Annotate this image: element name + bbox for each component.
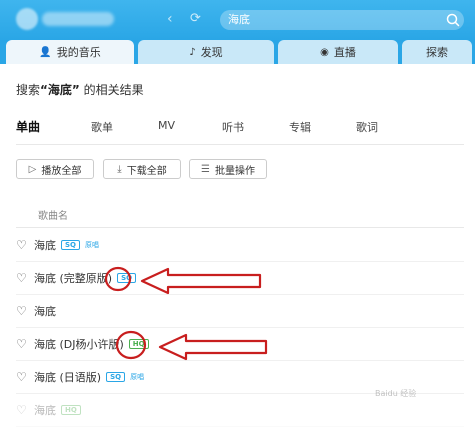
column-header-song-name: 歌曲名 [38,211,68,222]
search-results-heading: 搜索“海底” 的相关结果 [16,83,144,97]
tab-label: 发现 [200,46,223,59]
search-icon[interactable] [445,12,461,28]
sq-quality-badge: SQ [106,372,126,382]
tab-albums[interactable]: 专辑 [289,119,311,135]
tab-lyrics[interactable]: 歌词 [356,119,378,135]
tab-my-music[interactable]: 👤 我的音乐 [6,40,134,64]
batch-icon: ☰ [201,163,210,175]
avatar[interactable] [16,8,38,30]
heart-icon[interactable]: ♡ [16,337,30,351]
tab-label: 探索 [426,46,448,59]
username-blurred[interactable] [42,12,114,26]
tab-discover[interactable]: ♪ 发现 [138,40,274,64]
watermark: Baidu 经验 [375,389,417,398]
heart-icon[interactable]: ♡ [16,403,30,417]
hq-quality-badge: HQ [61,405,81,415]
song-title[interactable]: 海底 (完整原版) [34,270,112,286]
live-icon: ◉ [320,46,329,58]
play-all-button[interactable]: ▷ 播放全部 [16,159,94,179]
heart-icon[interactable]: ♡ [16,238,30,252]
tab-live[interactable]: ◉ 直播 [278,40,398,64]
user-icon: 👤 [39,46,52,58]
tab-mv[interactable]: MV [158,119,175,132]
original-singer-tag: 原唱 [130,373,145,381]
heart-icon[interactable]: ♡ [16,370,30,384]
heart-icon[interactable]: ♡ [16,271,30,285]
tab-playlists[interactable]: 歌单 [91,119,113,135]
tab-label: 我的音乐 [56,46,101,59]
hq-quality-badge: HQ [128,339,149,349]
tab-audiobooks[interactable]: 听书 [222,119,244,135]
tab-label: 直播 [333,46,356,59]
download-icon: ⤓ [117,163,122,175]
heart-icon[interactable]: ♡ [16,304,30,318]
song-row[interactable]: ♡ 海底 (DJ杨小许版) HQ [16,328,464,361]
song-row[interactable]: ♡ 海底 (完整原版) SQ [16,262,464,295]
song-title[interactable]: 海底 [34,402,56,418]
refresh-icon[interactable]: ⟳ [190,11,201,26]
title-bar: ‹ ⟳ [0,0,475,40]
song-title[interactable]: 海底 (DJ杨小许版) [34,336,124,352]
tab-singles[interactable]: 单曲 [16,118,40,135]
download-all-button[interactable]: ⤓ 下载全部 [103,159,181,179]
music-note-icon: ♪ [189,46,196,58]
original-singer-tag: 原唱 [85,241,99,249]
sq-quality-badge: SQ [61,240,80,250]
song-row[interactable]: ♡ 海底 SQ 原唱 [16,229,464,262]
back-arrow-icon[interactable]: ‹ [167,11,173,27]
song-title[interactable]: 海底 (日语版) [34,369,101,385]
song-row[interactable]: ♡ 海底 [16,295,464,328]
song-title[interactable]: 海底 [34,303,56,319]
batch-operation-button[interactable]: ☰ 批量操作 [189,159,267,179]
main-tab-bar: 👤 我的音乐 ♪ 发现 ◉ 直播 探索 [0,40,475,64]
search-input[interactable] [220,10,464,30]
search-results-panel: 搜索“海底” 的相关结果 单曲 歌单 MV 听书 专辑 歌词 ▷ 播放全部 ⤓ … [0,64,475,432]
sq-quality-badge: SQ [117,273,137,283]
divider [16,227,464,228]
play-icon: ▷ [28,163,37,175]
song-title[interactable]: 海底 [34,237,56,253]
tab-explore[interactable]: 探索 [402,40,472,64]
divider [16,144,464,145]
